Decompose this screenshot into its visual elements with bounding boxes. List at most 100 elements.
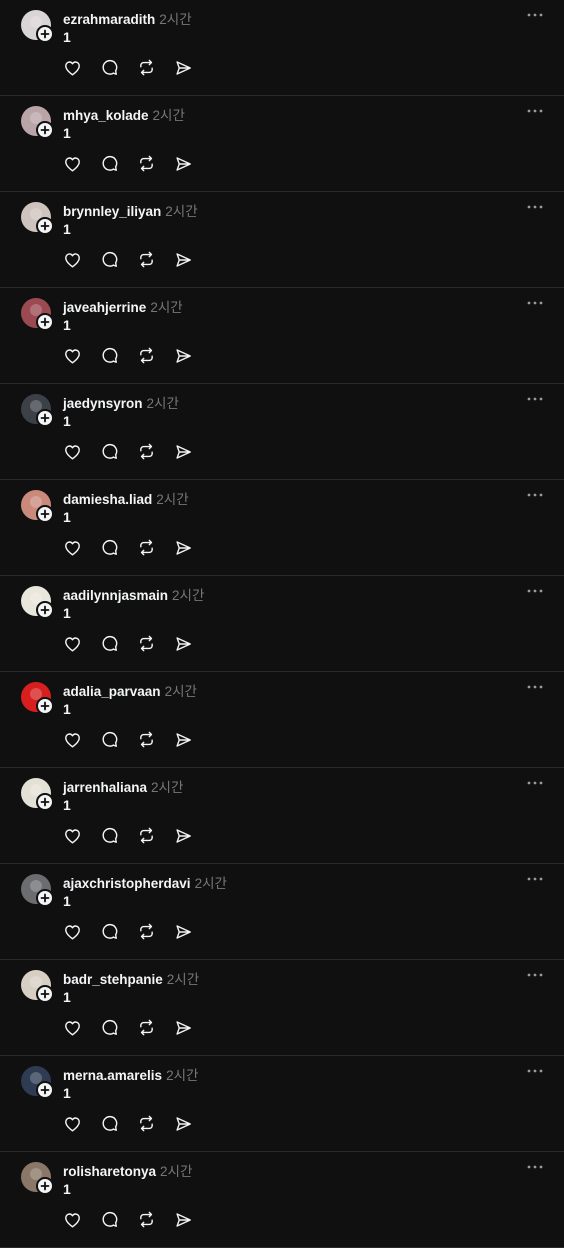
repost-icon[interactable]: [137, 442, 156, 461]
more-icon[interactable]: [526, 296, 544, 310]
username[interactable]: adalia_parvaan: [63, 684, 161, 699]
avatar[interactable]: [21, 490, 54, 523]
username[interactable]: jarrenhaliana: [63, 780, 147, 795]
avatar[interactable]: [21, 778, 54, 811]
avatar[interactable]: [21, 1066, 54, 1099]
comment-icon[interactable]: [100, 730, 119, 749]
share-icon[interactable]: [174, 922, 193, 941]
share-icon[interactable]: [174, 1114, 193, 1133]
repost-icon[interactable]: [137, 154, 156, 173]
avatar[interactable]: [21, 1162, 54, 1195]
more-icon[interactable]: [526, 392, 544, 406]
comment-icon[interactable]: [100, 538, 119, 557]
more-icon[interactable]: [526, 776, 544, 790]
follow-plus-icon[interactable]: [36, 313, 54, 331]
share-icon[interactable]: [174, 346, 193, 365]
comment-icon[interactable]: [100, 922, 119, 941]
avatar[interactable]: [21, 106, 54, 139]
follow-plus-icon[interactable]: [36, 889, 54, 907]
share-icon[interactable]: [174, 442, 193, 461]
follow-plus-icon[interactable]: [36, 121, 54, 139]
username[interactable]: mhya_kolade: [63, 108, 149, 123]
heart-icon[interactable]: [63, 58, 82, 77]
share-icon[interactable]: [174, 730, 193, 749]
heart-icon[interactable]: [63, 922, 82, 941]
repost-icon[interactable]: [137, 346, 156, 365]
share-icon[interactable]: [174, 154, 193, 173]
repost-icon[interactable]: [137, 1018, 156, 1037]
comment-icon[interactable]: [100, 1114, 119, 1133]
share-icon[interactable]: [174, 538, 193, 557]
username[interactable]: badr_stehpanie: [63, 972, 163, 987]
username[interactable]: jaedynsyron: [63, 396, 143, 411]
share-icon[interactable]: [174, 250, 193, 269]
follow-plus-icon[interactable]: [36, 505, 54, 523]
heart-icon[interactable]: [63, 1210, 82, 1229]
avatar[interactable]: [21, 970, 54, 1003]
comment-icon[interactable]: [100, 1018, 119, 1037]
username[interactable]: ajaxchristopherdavi: [63, 876, 191, 891]
repost-icon[interactable]: [137, 634, 156, 653]
avatar[interactable]: [21, 586, 54, 619]
comment-icon[interactable]: [100, 58, 119, 77]
more-icon[interactable]: [526, 104, 544, 118]
share-icon[interactable]: [174, 826, 193, 845]
comment-icon[interactable]: [100, 826, 119, 845]
comment-icon[interactable]: [100, 154, 119, 173]
heart-icon[interactable]: [63, 1114, 82, 1133]
heart-icon[interactable]: [63, 442, 82, 461]
username[interactable]: rolisharetonya: [63, 1164, 156, 1179]
more-icon[interactable]: [526, 1160, 544, 1174]
comment-icon[interactable]: [100, 250, 119, 269]
repost-icon[interactable]: [137, 826, 156, 845]
comment-icon[interactable]: [100, 346, 119, 365]
heart-icon[interactable]: [63, 154, 82, 173]
more-icon[interactable]: [526, 872, 544, 886]
repost-icon[interactable]: [137, 1210, 156, 1229]
username[interactable]: aadilynnjasmain: [63, 588, 168, 603]
more-icon[interactable]: [526, 680, 544, 694]
heart-icon[interactable]: [63, 826, 82, 845]
avatar[interactable]: [21, 298, 54, 331]
avatar[interactable]: [21, 682, 54, 715]
repost-icon[interactable]: [137, 1114, 156, 1133]
follow-plus-icon[interactable]: [36, 1081, 54, 1099]
more-icon[interactable]: [526, 200, 544, 214]
comment-icon[interactable]: [100, 634, 119, 653]
more-icon[interactable]: [526, 968, 544, 982]
username[interactable]: damiesha.liad: [63, 492, 152, 507]
follow-plus-icon[interactable]: [36, 217, 54, 235]
avatar[interactable]: [21, 874, 54, 907]
username[interactable]: javeahjerrine: [63, 300, 146, 315]
more-icon[interactable]: [526, 584, 544, 598]
share-icon[interactable]: [174, 634, 193, 653]
username[interactable]: ezrahmaradith: [63, 12, 155, 27]
heart-icon[interactable]: [63, 1018, 82, 1037]
avatar[interactable]: [21, 202, 54, 235]
heart-icon[interactable]: [63, 538, 82, 557]
heart-icon[interactable]: [63, 730, 82, 749]
repost-icon[interactable]: [137, 58, 156, 77]
heart-icon[interactable]: [63, 346, 82, 365]
heart-icon[interactable]: [63, 250, 82, 269]
username[interactable]: merna.amarelis: [63, 1068, 162, 1083]
follow-plus-icon[interactable]: [36, 1177, 54, 1195]
comment-icon[interactable]: [100, 1210, 119, 1229]
repost-icon[interactable]: [137, 730, 156, 749]
avatar[interactable]: [21, 10, 54, 43]
username[interactable]: brynnley_iliyan: [63, 204, 161, 219]
more-icon[interactable]: [526, 1064, 544, 1078]
follow-plus-icon[interactable]: [36, 409, 54, 427]
comment-icon[interactable]: [100, 442, 119, 461]
repost-icon[interactable]: [137, 538, 156, 557]
follow-plus-icon[interactable]: [36, 25, 54, 43]
more-icon[interactable]: [526, 8, 544, 22]
follow-plus-icon[interactable]: [36, 793, 54, 811]
follow-plus-icon[interactable]: [36, 697, 54, 715]
heart-icon[interactable]: [63, 634, 82, 653]
avatar[interactable]: [21, 394, 54, 427]
repost-icon[interactable]: [137, 250, 156, 269]
share-icon[interactable]: [174, 1018, 193, 1037]
follow-plus-icon[interactable]: [36, 601, 54, 619]
more-icon[interactable]: [526, 488, 544, 502]
